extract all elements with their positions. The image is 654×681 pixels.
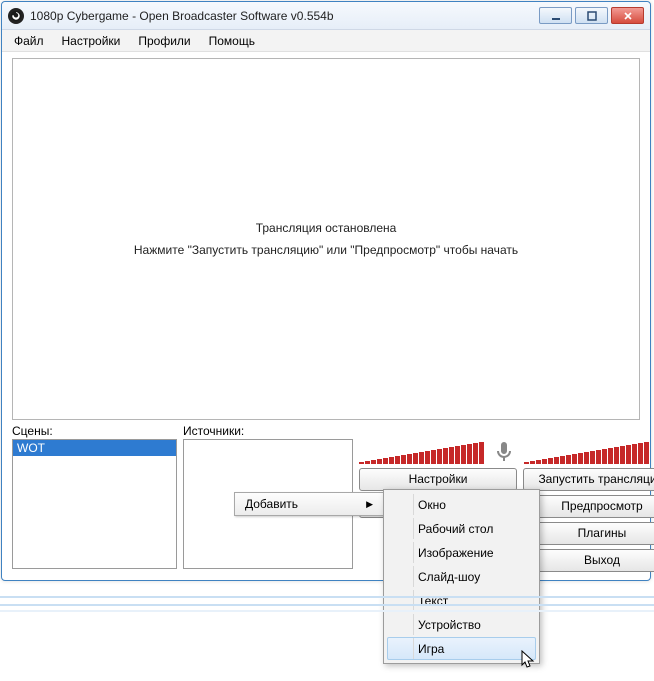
window-controls — [539, 7, 644, 24]
exit-button[interactable]: Выход — [523, 549, 654, 572]
preview-area: Трансляция остановлена Нажмите "Запустит… — [12, 58, 640, 420]
preview-status: Трансляция остановлена — [256, 221, 397, 235]
menu-profiles[interactable]: Профили — [130, 32, 198, 50]
menu-file[interactable]: Файл — [6, 32, 52, 50]
add-source-option[interactable]: Рабочий стол — [387, 517, 536, 540]
menu-help[interactable]: Помощь — [201, 32, 263, 50]
menubar: Файл Настройки Профили Помощь — [2, 30, 650, 52]
add-source-option[interactable]: Окно — [387, 493, 536, 516]
cursor-icon — [521, 650, 535, 670]
obs-icon — [8, 8, 24, 24]
close-button[interactable] — [611, 7, 644, 24]
speaker-meter — [524, 436, 649, 464]
sources-label: Источники: — [183, 424, 353, 438]
add-source-submenu[interactable]: ОкноРабочий столИзображениеСлайд-шоуТекс… — [383, 489, 540, 664]
background-lines — [0, 596, 654, 626]
add-source-option[interactable]: Изображение — [387, 541, 536, 564]
add-source-option[interactable]: Текст — [387, 589, 536, 612]
preview-hint: Нажмите "Запустить трансляцию" или "Пред… — [134, 243, 518, 257]
menu-settings[interactable]: Настройки — [54, 32, 129, 50]
audio-meters — [359, 424, 654, 464]
maximize-button[interactable] — [575, 7, 608, 24]
submenu-arrow-icon: ▶ — [366, 499, 373, 510]
scene-item[interactable]: WOT — [13, 440, 176, 456]
add-source-option[interactable]: Игра — [387, 637, 536, 660]
add-source-option[interactable]: Слайд-шоу — [387, 565, 536, 588]
window-title: 1080p Cybergame - Open Broadcaster Softw… — [30, 9, 539, 23]
scenes-label: Сцены: — [12, 424, 177, 438]
mic-meter — [359, 436, 484, 464]
add-source-option[interactable]: Устройство — [387, 613, 536, 636]
scenes-column: Сцены: WOT — [12, 424, 177, 572]
start-stream-button[interactable]: Запустить трансляцию — [523, 468, 654, 491]
context-add-item[interactable]: Добавить ▶ — [234, 492, 384, 516]
microphone-icon — [492, 440, 516, 464]
settings-button[interactable]: Настройки — [359, 468, 517, 491]
plugins-button[interactable]: Плагины — [523, 522, 654, 545]
titlebar[interactable]: 1080p Cybergame - Open Broadcaster Softw… — [2, 2, 650, 30]
minimize-button[interactable] — [539, 7, 572, 24]
scenes-listbox[interactable]: WOT — [12, 439, 177, 569]
preview-button[interactable]: Предпросмотр — [523, 495, 654, 518]
context-add-label: Добавить — [245, 497, 298, 511]
